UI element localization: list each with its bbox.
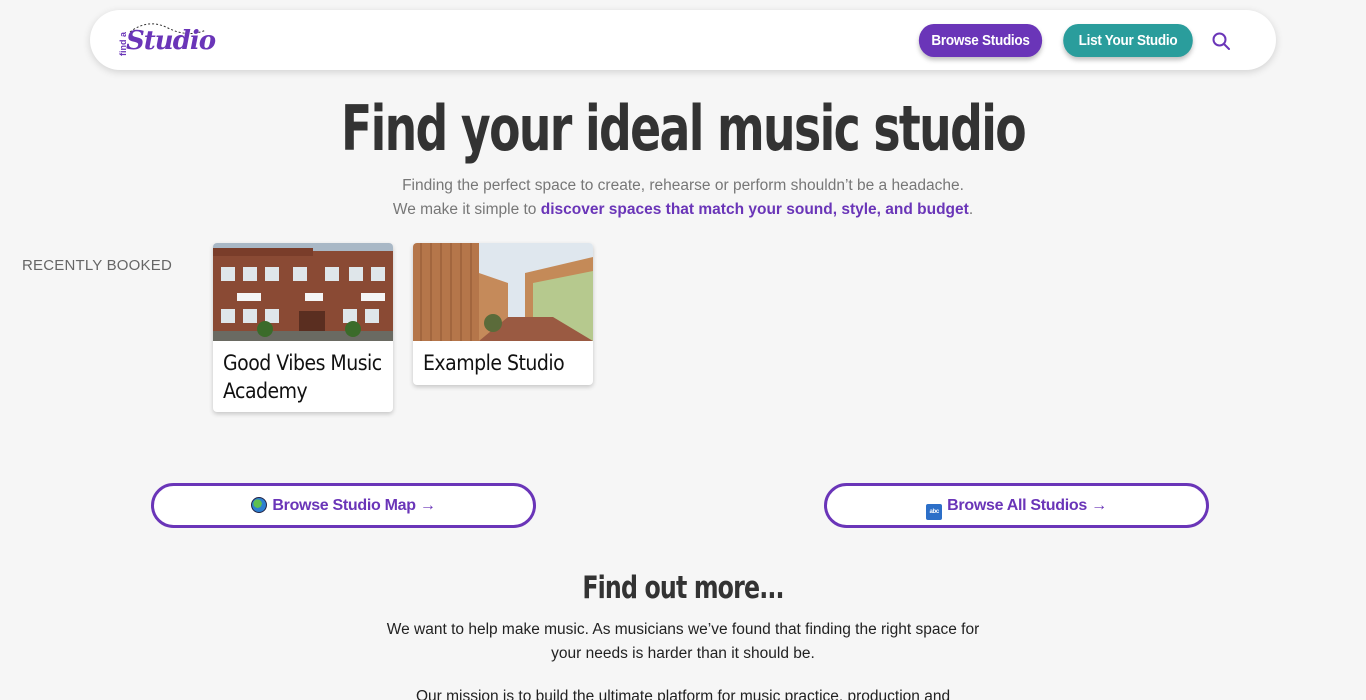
hero-subtitle-line1: Finding the perfect space to create, reh… xyxy=(402,177,964,194)
browse-studios-button[interactable]: Browse Studios xyxy=(918,24,1043,57)
globe-icon xyxy=(251,497,268,513)
logo-word: Studio xyxy=(126,26,216,56)
list-your-studio-button[interactable]: List Your Studio xyxy=(1063,24,1193,57)
studio-photo-good-vibes xyxy=(213,243,393,341)
about-paragraph-2: Our mission is to build the ultimate pla… xyxy=(415,688,951,700)
hero-subtitle-line2: We make it simple to discover spaces tha… xyxy=(0,201,1366,219)
abc-icon: abc xyxy=(926,504,943,520)
hero-title: Find your ideal music studio xyxy=(340,92,1027,165)
browse-all-label: Browse All Studios → xyxy=(947,497,1107,514)
hero-subtitle-suffix: . xyxy=(968,201,974,218)
search-icon[interactable] xyxy=(1211,31,1231,51)
studio-card-title: Good Vibes Music Academy xyxy=(223,351,382,403)
hero-subtitle-prefix: We make it simple to xyxy=(392,201,541,218)
browse-studio-map-button[interactable]: Browse Studio Map → xyxy=(151,483,536,528)
discover-spaces-link[interactable]: discover spaces that match your sound, s… xyxy=(541,201,969,218)
browse-map-label: Browse Studio Map → xyxy=(272,497,436,514)
studio-card-title: Example Studio xyxy=(423,351,565,375)
about-paragraph-1: We want to help make music. As musicians… xyxy=(386,621,980,662)
studio-photo-example xyxy=(413,243,593,341)
studio-card-good-vibes[interactable]: Good Vibes Music Academy xyxy=(213,243,393,412)
find-out-more-title: Find out more... xyxy=(582,570,784,606)
site-logo[interactable]: find a Studio xyxy=(118,23,218,60)
top-navbar: find a Studio Browse Studios List Your S… xyxy=(90,10,1276,70)
studio-card-example[interactable]: Example Studio xyxy=(413,243,593,385)
recently-booked-label: RECENTLY BOOKED xyxy=(22,257,172,274)
browse-all-studios-button[interactable]: abc Browse All Studios → xyxy=(824,483,1209,528)
